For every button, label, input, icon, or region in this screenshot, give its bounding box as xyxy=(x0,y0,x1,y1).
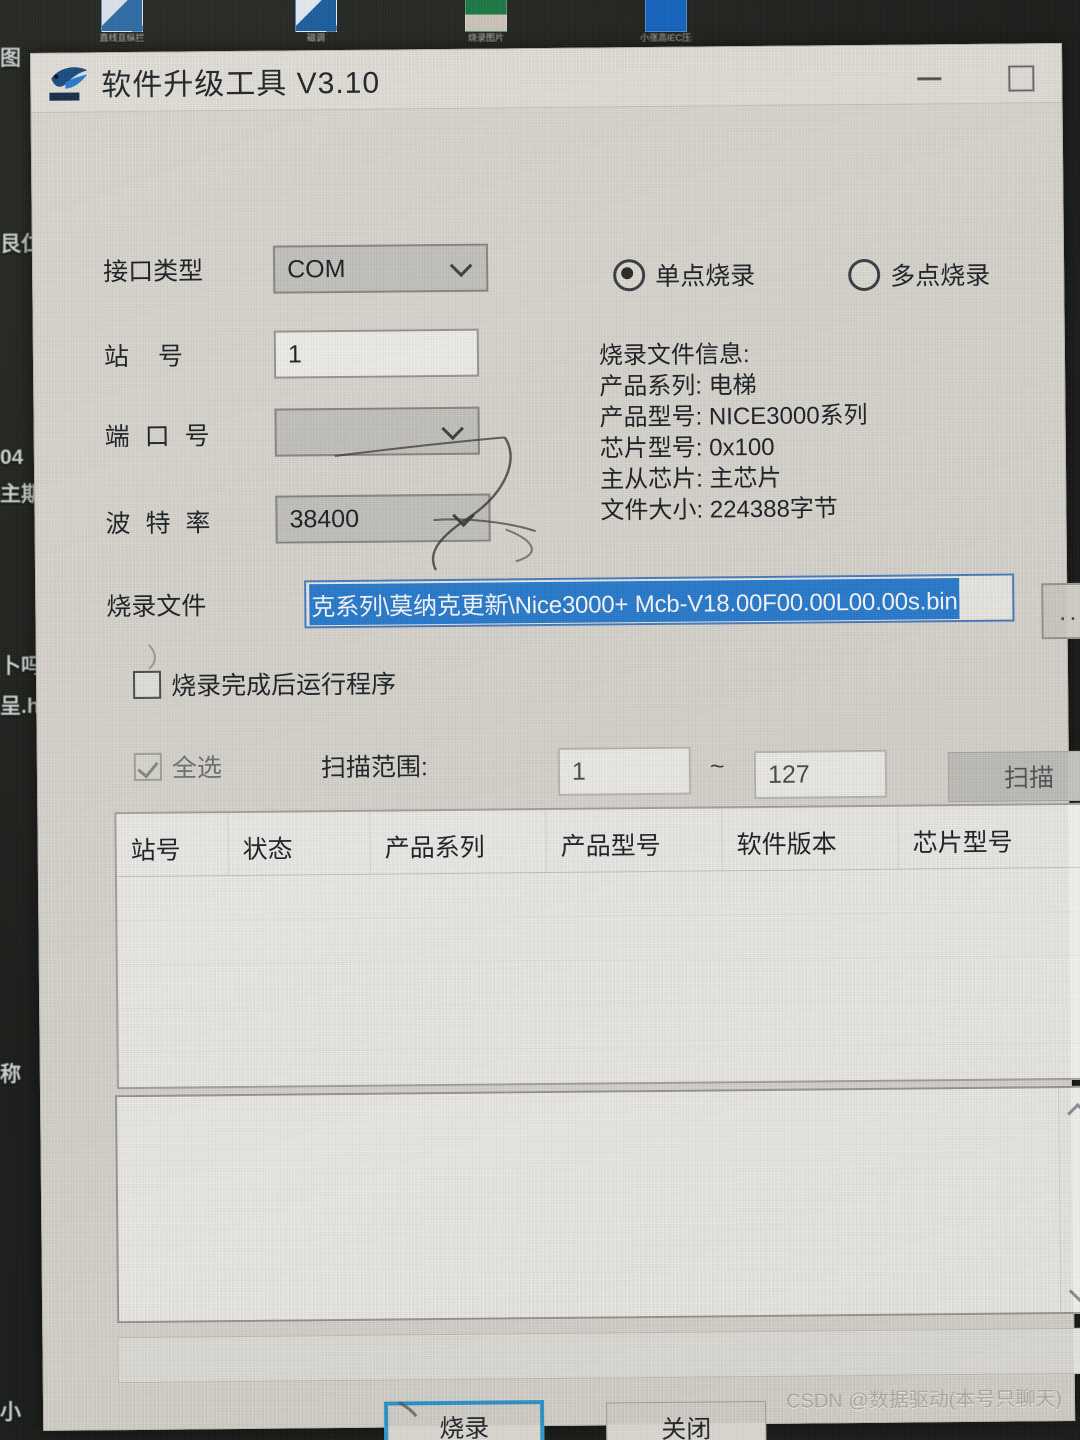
run-after-burn-label: 烧录完成后运行程序 xyxy=(170,670,397,701)
browse-file-label: ... xyxy=(1058,595,1080,627)
desktop-icon[interactable]: 小涨高IEC压缩 xyxy=(640,0,692,43)
burn-file-info-line: 主从芯片: 主芯片 xyxy=(600,464,782,494)
interface-type-label: 接口类型 xyxy=(102,257,204,287)
desktop-icon[interactable]: 烧录图片 xyxy=(460,0,512,43)
table-column-header: 站号 xyxy=(116,813,229,877)
radio-unselected-icon xyxy=(848,258,881,292)
select-all-label: 全选 xyxy=(171,754,223,783)
dialog-client-area: 接口类型 COM 站 号 1 端 口 号 波 特 率 38400 单点烧录 多点… xyxy=(32,103,1080,1440)
desktop-text-fragment: 称 xyxy=(0,1063,21,1086)
title-bar[interactable]: 软件升级工具 V3.10 xyxy=(31,44,1062,113)
interface-type-select[interactable]: COM xyxy=(272,243,489,294)
station-no-value: 1 xyxy=(287,339,302,368)
desktop-text-fragment: 小 xyxy=(0,1401,21,1424)
desktop-icon-label: 小涨高IEC压缩 xyxy=(640,33,692,43)
desktop-icon-glyph xyxy=(101,0,143,32)
chevron-down-icon xyxy=(452,256,472,276)
single-point-burn-radio[interactable]: 单点烧录 xyxy=(613,256,755,293)
station-no-row: 站 号 xyxy=(104,336,274,374)
desktop-icon-label: 直线亘纵拦 xyxy=(99,33,145,43)
close-button-label: 关闭 xyxy=(661,1415,712,1440)
single-point-burn-label: 单点烧录 xyxy=(655,262,756,291)
window-controls xyxy=(913,60,1037,91)
radio-selected-icon xyxy=(613,259,646,292)
burn-file-value: 克系列\莫纳克更新\Nice3000+ Mcb-V18.00F00.00L00.… xyxy=(309,577,960,625)
log-output-area[interactable] xyxy=(115,1085,1080,1324)
desktop-icon-label: 磁调 xyxy=(306,33,325,43)
desktop-icon-label: 烧录图片 xyxy=(467,33,504,43)
checkbox-checked-icon xyxy=(133,752,163,781)
table-column-header: 芯片型号 xyxy=(912,828,1013,858)
burn-file-info-line: 产品型号: NICE3000系列 xyxy=(599,401,868,432)
baud-rate-select[interactable]: 38400 xyxy=(275,493,491,544)
scan-range-label: 扫描范围: xyxy=(320,753,428,783)
desktop-icon-glyph xyxy=(295,0,337,32)
scan-range-separator: ~ xyxy=(709,752,725,781)
app-logo-icon xyxy=(47,62,91,102)
chevron-down-icon xyxy=(454,506,474,526)
desktop-icon[interactable]: 磁调 xyxy=(290,0,342,43)
port-no-select[interactable] xyxy=(274,406,480,457)
table-column-header: 产品型号 xyxy=(546,808,723,873)
port-no-label: 端 口 号 xyxy=(104,422,214,452)
window-title: 软件升级工具 V3.10 xyxy=(101,66,381,103)
scan-range-to-value: 127 xyxy=(767,760,810,789)
software-upgrade-tool-window: 软件升级工具 V3.10 接口类型 COM 站 号 1 端 口 号 波 特 率 … xyxy=(30,43,1080,1440)
baud-rate-label: 波 特 率 xyxy=(105,509,215,539)
run-after-burn-checkbox[interactable]: 烧录完成后运行程序 xyxy=(132,664,397,703)
multi-point-burn-radio[interactable]: 多点烧录 xyxy=(848,256,990,293)
burn-button[interactable]: 烧录 xyxy=(383,1400,545,1440)
interface-type-value: COM xyxy=(286,254,346,283)
table-column-header: 状态 xyxy=(228,811,371,876)
table-header-row: 站号 状态 产品系列 产品型号 软件版本 芯片型号 xyxy=(116,804,1080,878)
burn-file-info: 烧录文件信息: 产品系列: 电梯 产品型号: NICE3000系列 芯片型号: … xyxy=(599,338,869,527)
burn-file-input[interactable]: 克系列\莫纳克更新\Nice3000+ Mcb-V18.00F00.00L00.… xyxy=(304,573,1015,629)
station-no-input[interactable]: 1 xyxy=(273,328,480,379)
multi-point-burn-label: 多点烧录 xyxy=(890,261,991,291)
maximize-button[interactable] xyxy=(1003,60,1037,90)
burn-file-info-line: 芯片型号: 0x100 xyxy=(599,433,775,463)
scroll-down-icon[interactable] xyxy=(1070,1280,1080,1298)
desktop-icon-glyph xyxy=(465,0,507,32)
burn-file-label: 烧录文件 xyxy=(106,592,207,622)
interface-type-row: 接口类型 xyxy=(103,251,273,289)
scan-range-to-input[interactable]: 127 xyxy=(753,749,888,800)
desktop-icon-glyph xyxy=(645,0,687,32)
desktop-icon[interactable]: 直线亘纵拦 xyxy=(96,0,148,43)
baud-rate-row: 波 特 率 xyxy=(105,503,275,541)
chevron-down-icon xyxy=(444,419,464,439)
desktop-text-fragment: 图 xyxy=(0,47,21,70)
close-button[interactable]: 关闭 xyxy=(606,1400,767,1440)
checkbox-unchecked-icon xyxy=(132,670,162,699)
minimize-button[interactable] xyxy=(913,61,947,91)
watermark-text: CSDN @数据驱动(本号只聊天) xyxy=(786,1388,1063,1413)
burn-button-label: 烧录 xyxy=(439,1414,490,1440)
table-body xyxy=(116,867,1080,1090)
desktop-background: 直线亘纵拦 磁调 烧录图片 小涨高IEC压缩 图 艮仁 04 主期 卜吗 呈.h… xyxy=(0,0,1080,1440)
scan-button-label: 扫描 xyxy=(1003,764,1055,793)
table-column-header: 软件版本 xyxy=(722,806,899,871)
scan-range-from-input[interactable]: 1 xyxy=(557,746,692,796)
desktop-text-fragment: 呈.h xyxy=(0,695,40,718)
select-all-checkbox[interactable]: 全选 xyxy=(133,748,223,785)
scan-range-from-value: 1 xyxy=(571,757,586,786)
scroll-up-icon[interactable] xyxy=(1068,1102,1080,1120)
device-results-table[interactable]: 站号 状态 产品系列 产品型号 软件版本 芯片型号 xyxy=(114,802,1080,1090)
browse-file-button[interactable]: ... xyxy=(1041,582,1080,640)
progress-bar xyxy=(117,1327,1080,1384)
table-column-header: 产品系列 xyxy=(370,810,547,874)
port-no-row: 端 口 号 xyxy=(105,416,275,454)
log-scrollbar[interactable] xyxy=(1058,1087,1080,1313)
desktop-text-fragment: 04 xyxy=(0,446,24,469)
burn-file-info-heading: 烧录文件信息: xyxy=(598,341,750,370)
burn-file-info-line: 文件大小: 224388字节 xyxy=(600,495,838,525)
scan-button[interactable]: 扫描 xyxy=(947,750,1080,803)
burn-file-row: 烧录文件 xyxy=(106,586,276,624)
burn-file-info-line: 产品系列: 电梯 xyxy=(599,371,757,401)
baud-rate-value: 38400 xyxy=(289,504,360,533)
station-no-label: 站 号 xyxy=(103,342,195,372)
